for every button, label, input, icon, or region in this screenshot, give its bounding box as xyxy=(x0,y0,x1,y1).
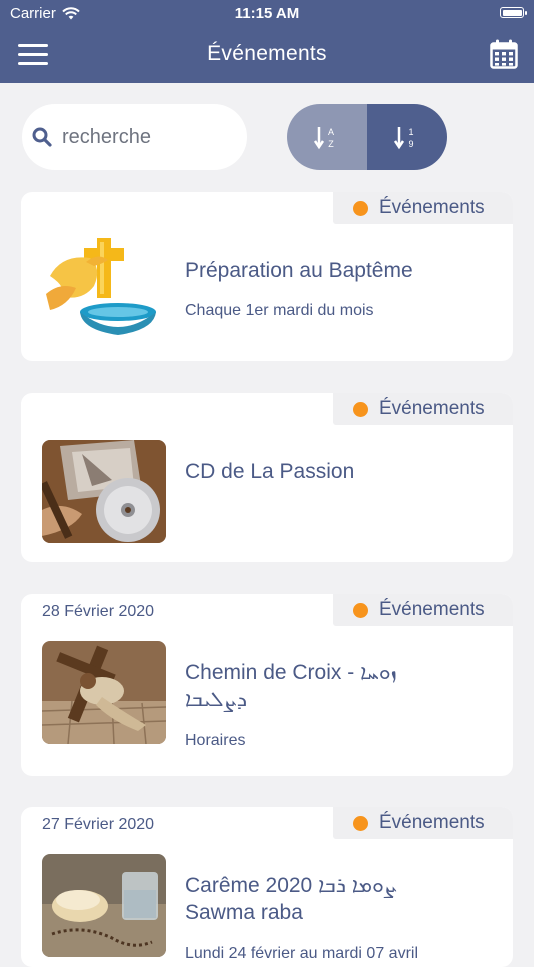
sort-numeric-icon: 1 9 xyxy=(394,127,414,150)
search-icon xyxy=(32,127,52,147)
event-card[interactable]: Événements CD de La Passion xyxy=(21,393,513,562)
event-title: CD de La Passion xyxy=(185,460,355,483)
battery-icon xyxy=(500,7,527,18)
event-card[interactable]: 28 Février 2020 Événements Chemin de Cro… xyxy=(21,594,513,776)
event-subtitle: Chaque 1er mardi du mois xyxy=(185,302,374,319)
status-bar: Carrier 11:15 AM xyxy=(0,0,534,28)
calendar-button[interactable] xyxy=(490,39,518,69)
category-label: Événements xyxy=(379,398,485,419)
sort-num-bottom: 9 xyxy=(408,139,413,149)
event-title: Carême 2020 ܨܘܡܐ ܪܒܐ Sawma raba xyxy=(185,872,395,926)
sort-numeric-button[interactable]: 1 9 xyxy=(367,104,447,170)
event-title: Chemin de Croix - ܙܘܚܐ ܕܨܠܝܒܐ xyxy=(185,659,397,713)
category-dot-icon xyxy=(353,815,368,831)
event-subtitle: Horaires xyxy=(185,732,246,749)
clock: 11:15 AM xyxy=(234,5,300,22)
event-card[interactable]: Événements Préparation au Baptême Chaque… xyxy=(21,192,513,361)
category-label: Événements xyxy=(379,812,485,833)
calendar-icon xyxy=(490,39,518,69)
event-card[interactable]: 27 Février 2020 Événements Carême 2020 ܨ… xyxy=(21,807,513,967)
category-badge: Événements xyxy=(333,192,513,224)
sort-num-top: 1 xyxy=(408,127,413,137)
way-of-cross-photo xyxy=(42,641,166,744)
category-badge: Événements xyxy=(333,393,513,425)
search-input[interactable] xyxy=(60,124,234,150)
sort-toggle: A Z 1 9 xyxy=(287,104,447,170)
category-dot-icon xyxy=(353,602,368,618)
event-title-line2: ܕܨܠܝܒܐ xyxy=(185,687,248,711)
search-box[interactable] xyxy=(22,104,247,170)
sort-alpha-bottom: Z xyxy=(328,139,334,149)
event-title-line2: Sawma raba xyxy=(185,901,303,924)
event-title-line1: Carême 2020 ܨܘܡܐ ܪܒܐ xyxy=(185,874,396,897)
event-title: Préparation au Baptême xyxy=(185,259,413,282)
event-date: 27 Février 2020 xyxy=(42,816,155,833)
cd-passion-photo xyxy=(42,440,166,543)
navigation-bar: Événements xyxy=(0,28,534,83)
event-date: 28 Février 2020 xyxy=(42,603,155,620)
category-label: Événements xyxy=(379,599,485,620)
sort-alpha-icon: A Z xyxy=(314,127,334,150)
category-dot-icon xyxy=(353,200,368,216)
bread-water-rosary-photo xyxy=(42,854,166,957)
category-badge: Événements xyxy=(333,807,513,839)
sort-alpha-top: A xyxy=(328,127,334,137)
page-title: Événements xyxy=(207,42,327,65)
sort-alphabetical-button[interactable]: A Z xyxy=(287,104,367,170)
category-dot-icon xyxy=(353,401,368,417)
event-subtitle: Lundi 24 février au mardi 07 avril xyxy=(185,945,419,962)
event-title-line1: Chemin de Croix - ܙܘܚܐ xyxy=(185,661,397,684)
baptism-dove-cross-icon xyxy=(42,234,166,337)
category-badge: Événements xyxy=(333,594,513,626)
category-label: Événements xyxy=(379,197,485,218)
